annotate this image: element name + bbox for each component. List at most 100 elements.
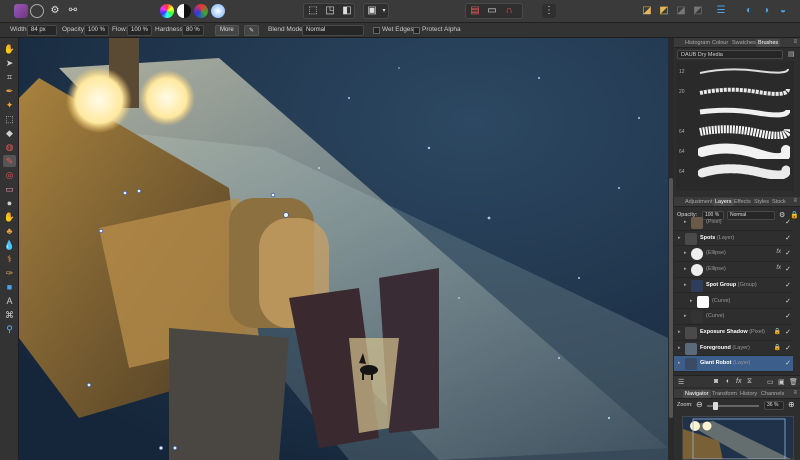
layer-row[interactable]: ▸ (Curve) ✓	[674, 294, 793, 310]
flood-select-icon[interactable]: ✦	[3, 99, 16, 111]
marquee-icon[interactable]: ⬚	[306, 4, 320, 18]
zoom-in-icon[interactable]: ⊕	[788, 400, 795, 409]
layer-row[interactable]: ▸ Spot Group (Group) ✓	[674, 278, 793, 294]
view-tool-icon[interactable]: ✋	[3, 43, 16, 55]
zoom-tool-icon[interactable]: ⚲	[3, 323, 16, 335]
brush-item[interactable]: 64	[676, 121, 794, 141]
panel-menu-icon[interactable]: ≡	[793, 198, 797, 204]
tab-colour[interactable]: Colour	[710, 39, 730, 47]
visibility-check-icon[interactable]: ✓	[785, 328, 791, 336]
alignment-icon[interactable]: ☰	[714, 4, 728, 18]
layer-expand-icon[interactable]: ▸	[678, 329, 681, 335]
layer-expand-icon[interactable]: ▸	[684, 250, 687, 256]
layer-expand-icon[interactable]: ▸	[690, 298, 693, 304]
visibility-check-icon[interactable]: ✓	[785, 281, 791, 289]
navigator-preview[interactable]	[682, 416, 794, 460]
zoom-slider[interactable]	[707, 402, 759, 410]
visibility-check-icon[interactable]: ✓	[785, 249, 791, 257]
visibility-check-icon[interactable]: ✓	[785, 297, 791, 305]
layer-expand-icon[interactable]: ▸	[684, 313, 687, 319]
tab-styles[interactable]: Styles	[752, 198, 771, 206]
brush-item[interactable]: 12	[676, 61, 794, 81]
protect-alpha-checkbox[interactable]	[413, 27, 420, 34]
add-layer-icon[interactable]: ▣	[778, 378, 785, 386]
align-icon[interactable]: ▭	[485, 4, 499, 18]
visibility-check-icon[interactable]: ✓	[785, 218, 791, 226]
visibility-check-icon[interactable]: ✓	[785, 265, 791, 273]
visibility-check-icon[interactable]: ✓	[785, 344, 791, 352]
opacity-field[interactable]: 100 %	[84, 25, 109, 36]
delete-layer-icon[interactable]: 🗑	[789, 378, 798, 386]
lock-icon[interactable]: 🔒	[774, 344, 781, 351]
brush-item[interactable]: 64	[676, 141, 794, 161]
shape-tool-icon[interactable]: ■	[3, 281, 16, 293]
paint-brush-icon[interactable]: ✎	[3, 155, 16, 167]
brush-category-select[interactable]: DAUB Dry Media	[677, 50, 783, 59]
gradient-tool-icon[interactable]: ◍	[3, 141, 16, 153]
move-tool-icon[interactable]: ➤	[3, 57, 16, 69]
visibility-check-icon[interactable]: ✓	[785, 312, 791, 320]
tab-history[interactable]: History	[738, 390, 759, 398]
brush-panel-menu-icon[interactable]: ▤	[788, 50, 795, 58]
tab-channels[interactable]: Channels	[759, 390, 786, 398]
layer-row[interactable]: ▸ (Pixel) ✓	[674, 215, 793, 231]
scrollbar-thumb[interactable]	[669, 178, 673, 418]
layer-expand-icon[interactable]: ▸	[678, 345, 681, 351]
tab-navigator[interactable]: Navigator	[683, 390, 711, 398]
mode-export-icon[interactable]: ◒	[776, 4, 790, 18]
document-canvas[interactable]	[19, 38, 668, 460]
white-balance-icon[interactable]	[211, 4, 225, 18]
marquee-tool-icon[interactable]: ⬚	[3, 113, 16, 125]
tab-transform[interactable]: Transform	[710, 390, 739, 398]
mode-vector-icon[interactable]: ◐	[742, 4, 756, 18]
layer-row[interactable]: ▸ (Ellipse) fx ✓	[674, 262, 793, 278]
lock-icon[interactable]: 🔒	[774, 328, 781, 335]
fx-icon[interactable]: fx	[776, 249, 781, 255]
fx-icon[interactable]: fx	[776, 265, 781, 271]
layer-expand-icon[interactable]: ▸	[684, 282, 687, 288]
tab-stock[interactable]: Stock	[770, 198, 788, 206]
selection-brush-icon[interactable]: ✒	[3, 85, 16, 97]
liquify-persona-icon[interactable]	[30, 4, 44, 18]
panel-menu-icon[interactable]: ≡	[793, 39, 797, 45]
tab-histogram[interactable]: Histogram	[683, 39, 712, 47]
colour-wheel-icon[interactable]	[160, 4, 174, 18]
fx-icon[interactable]: fx	[736, 378, 741, 385]
zoom-field[interactable]: 36 %	[764, 401, 784, 410]
tab-adjustment[interactable]: Adjustment	[683, 198, 715, 206]
brush-options-button[interactable]: ✎	[244, 25, 260, 36]
panel-menu-icon[interactable]: ≡	[793, 390, 797, 396]
adjustment-layer-icon[interactable]: ◐	[726, 378, 730, 385]
more-button[interactable]: More	[215, 25, 239, 36]
arrange-forward-icon[interactable]: ◪	[674, 4, 688, 18]
tab-layers[interactable]: Layers	[713, 198, 734, 206]
wet-edges-checkbox[interactable]	[373, 27, 380, 34]
layer-expand-icon[interactable]: ▸	[684, 266, 687, 272]
layer-row[interactable]: ▸ Exposure Shadow (Pixel) 🔒 ✓	[674, 325, 793, 341]
mesh-warp-icon[interactable]: ⌘	[3, 309, 16, 321]
pen-tool-icon[interactable]: ✑	[3, 267, 16, 279]
zoom-out-icon[interactable]: ⊖	[696, 400, 703, 409]
text-tool-icon[interactable]: A	[3, 295, 16, 307]
snapping-icon[interactable]: ∩	[502, 4, 516, 18]
brush-list[interactable]: 12 20 64 64 64	[676, 61, 794, 191]
visibility-check-icon[interactable]: ✓	[785, 359, 791, 367]
layer-expand-icon[interactable]: ▸	[684, 219, 687, 225]
dodge-tool-icon[interactable]: ●	[3, 197, 16, 209]
affinity-logo-icon[interactable]	[14, 4, 28, 18]
develop-persona-icon[interactable]: ⚙	[48, 4, 62, 18]
export-persona-icon[interactable]: ⚯	[66, 4, 80, 18]
blend-mode-select[interactable]: Normal	[302, 25, 364, 36]
brush-item[interactable]: 20	[676, 81, 794, 101]
flow-field[interactable]: 100 %	[127, 25, 152, 36]
mode-pixel-icon[interactable]: ◑	[759, 4, 773, 18]
invert-selection-icon[interactable]: ◧	[340, 4, 354, 18]
brush-item[interactable]: 64	[676, 161, 794, 181]
layer-stack-icon[interactable]: ☰	[678, 378, 684, 386]
layer-row[interactable]: ▸ (Curve) ✓	[674, 309, 793, 325]
layer-row[interactable]: ▸ Foreground (Layer) 🔒 ✓	[674, 341, 793, 357]
freehand-select-icon[interactable]: ◳	[323, 4, 337, 18]
arrange-front-icon[interactable]: ◪	[640, 4, 654, 18]
zoom-slider-handle[interactable]	[713, 402, 718, 410]
tab-swatches[interactable]: Swatches	[730, 39, 758, 47]
